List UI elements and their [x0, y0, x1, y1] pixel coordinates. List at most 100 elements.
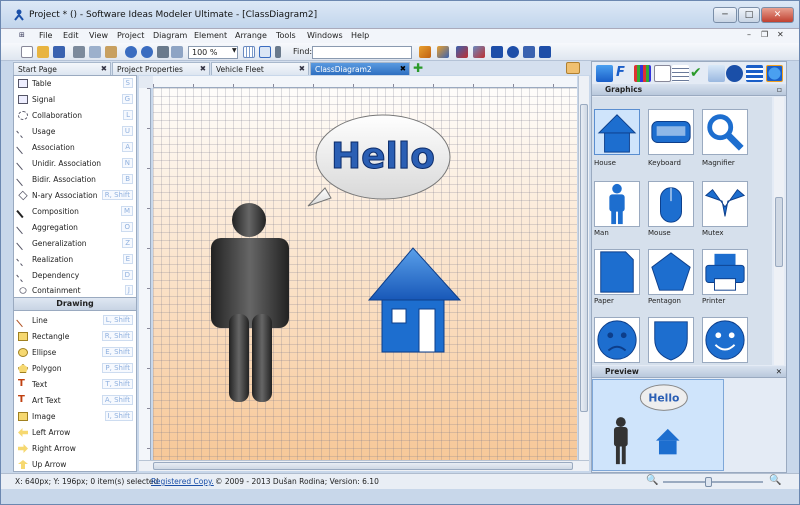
toolbox-item-art-text[interactable]: T Art Text A, Shift	[14, 393, 136, 408]
toolbox-item-aggregation[interactable]: Aggregation O	[14, 220, 136, 235]
close-icon[interactable]: ✖	[400, 64, 406, 73]
menu-diagram[interactable]: Diagram	[153, 31, 187, 40]
menu-help[interactable]: Help	[351, 31, 369, 40]
copy-icon[interactable]	[89, 46, 101, 58]
print-icon[interactable]	[157, 46, 169, 58]
toolbox-item-collaboration[interactable]: Collaboration L	[14, 108, 136, 123]
canvas-horizontal-scrollbar[interactable]	[139, 460, 589, 471]
group-icon[interactable]	[456, 46, 468, 58]
graphic-paper[interactable]	[594, 249, 640, 295]
align-grid-icon[interactable]	[491, 46, 503, 58]
toolbox-item-dependency[interactable]: Dependency D	[14, 268, 136, 283]
toolbox-item-ellipse[interactable]: Ellipse E, Shift	[14, 345, 136, 360]
house-shape[interactable]	[367, 247, 462, 353]
snap-icon[interactable]	[259, 46, 271, 58]
toolbox-item-image[interactable]: Image I, Shift	[14, 409, 136, 424]
diagram-canvas[interactable]: Hello	[153, 88, 577, 460]
mdi-minimize-button[interactable]: –	[747, 30, 751, 39]
graphic-pentagon[interactable]	[648, 249, 694, 295]
print-preview-icon[interactable]	[171, 46, 183, 58]
chevron-down-icon[interactable]: ▼	[232, 47, 237, 54]
menu-element[interactable]: Element	[194, 31, 227, 40]
toolbox-item-left-arrow[interactable]: Left Arrow	[14, 425, 136, 440]
graphic-house[interactable]	[594, 109, 640, 155]
scroll-thumb[interactable]	[153, 462, 573, 470]
toolbox-item-signal[interactable]: Signal G	[14, 92, 136, 107]
graphic-mouse[interactable]	[648, 181, 694, 227]
mdi-restore-button[interactable]: ❐	[761, 30, 768, 39]
graphic-shield[interactable]	[648, 317, 694, 363]
tab-classdiagram2[interactable]: ClassDiagram2 ✖	[310, 62, 410, 75]
undo-icon[interactable]	[125, 46, 137, 58]
send-back-icon[interactable]	[437, 46, 449, 58]
close-icon[interactable]: ✖	[299, 64, 305, 73]
scroll-thumb[interactable]	[775, 197, 783, 267]
list-tool-icon[interactable]	[672, 65, 689, 82]
font-tool-icon[interactable]: F	[616, 65, 633, 82]
canvas-vertical-scrollbar[interactable]	[578, 76, 589, 460]
graphic-mutex[interactable]	[702, 181, 748, 227]
toolbox-item-bidir-association[interactable]: Bidir. Association B	[14, 172, 136, 187]
toolbox-item-rectangle[interactable]: Rectangle R, Shift	[14, 329, 136, 344]
menu-file[interactable]: File	[39, 31, 52, 40]
drawing-section-header[interactable]: Drawing	[14, 297, 136, 311]
paste-icon[interactable]	[105, 46, 117, 58]
tab-menu-icon[interactable]	[566, 62, 580, 74]
scroll-thumb[interactable]	[580, 104, 588, 412]
check-tool-icon[interactable]: ✔	[690, 65, 707, 82]
menu-edit[interactable]: Edit	[63, 31, 79, 40]
size-icon[interactable]	[539, 46, 551, 58]
toolbox-item-polygon[interactable]: Polygon P, Shift	[14, 361, 136, 376]
zoom-slider-thumb[interactable]	[705, 477, 712, 487]
menu-project[interactable]: Project	[117, 31, 144, 40]
close-icon[interactable]: ✖	[200, 64, 206, 73]
document-tool-icon[interactable]	[654, 65, 671, 82]
toolbox-item-unidir-association[interactable]: Unidir. Association N	[14, 156, 136, 171]
gallery-scrollbar[interactable]	[774, 97, 784, 365]
zoom-slider[interactable]	[663, 477, 763, 487]
layers-tool-icon[interactable]	[746, 65, 763, 82]
maximize-button[interactable]: □	[738, 7, 760, 23]
style-tool-icon[interactable]	[708, 65, 725, 82]
cut-icon[interactable]	[73, 46, 85, 58]
preview-pane[interactable]: Hello	[592, 379, 724, 471]
zoom-select[interactable]: 100 %	[188, 46, 238, 59]
tab-vehicle-fleet[interactable]: Vehicle Fleet ✖	[211, 62, 309, 75]
graphic-magnifier[interactable]	[702, 109, 748, 155]
palette-tool-icon[interactable]	[634, 65, 651, 82]
network-tool-icon[interactable]	[726, 65, 743, 82]
zoom-out-icon[interactable]: 🔍	[646, 475, 658, 486]
save-icon[interactable]	[53, 46, 65, 58]
tab-start-page[interactable]: Start Page ✖	[13, 62, 111, 75]
close-icon[interactable]: ✖	[101, 64, 107, 73]
zoom-in-icon[interactable]: 🔍	[769, 475, 781, 486]
toolbox-item-table[interactable]: Table S	[14, 76, 136, 91]
bring-front-icon[interactable]	[419, 46, 431, 58]
registered-copy-link[interactable]: Registered Copy.	[151, 477, 214, 486]
toolbox-item-association[interactable]: Association A	[14, 140, 136, 155]
layout-icon[interactable]	[507, 46, 519, 58]
graphic-printer[interactable]	[702, 249, 748, 295]
redo-icon[interactable]	[141, 46, 153, 58]
graphic-keyboard[interactable]	[648, 109, 694, 155]
toolbox-item-right-arrow[interactable]: Right Arrow	[14, 441, 136, 456]
toolbox-item-nary-association[interactable]: N-ary Association R, Shift	[14, 188, 136, 203]
panel-tool-icon[interactable]	[596, 65, 613, 82]
ungroup-icon[interactable]	[473, 46, 485, 58]
menu-view[interactable]: View	[89, 31, 108, 40]
mdi-close-button[interactable]: ✕	[777, 30, 784, 39]
add-tab-icon[interactable]: ✚	[413, 62, 425, 75]
pin-icon[interactable]: ▫	[777, 84, 782, 95]
smiley-tool-icon[interactable]	[766, 65, 783, 82]
menu-tools[interactable]: Tools	[276, 31, 296, 40]
new-file-icon[interactable]	[21, 46, 33, 58]
toolbox-item-line[interactable]: Line L, Shift	[14, 313, 136, 328]
menu-arrange[interactable]: Arrange	[235, 31, 267, 40]
toolbox-item-up-arrow[interactable]: Up Arrow	[14, 457, 136, 472]
tab-project-properties[interactable]: Project Properties ✖	[112, 62, 210, 75]
toolbox-item-realization[interactable]: Realization E	[14, 252, 136, 267]
open-folder-icon[interactable]	[37, 46, 49, 58]
graphic-sad-face[interactable]	[594, 317, 640, 363]
menu-windows[interactable]: Windows	[307, 31, 343, 40]
distribute-icon[interactable]	[523, 46, 535, 58]
